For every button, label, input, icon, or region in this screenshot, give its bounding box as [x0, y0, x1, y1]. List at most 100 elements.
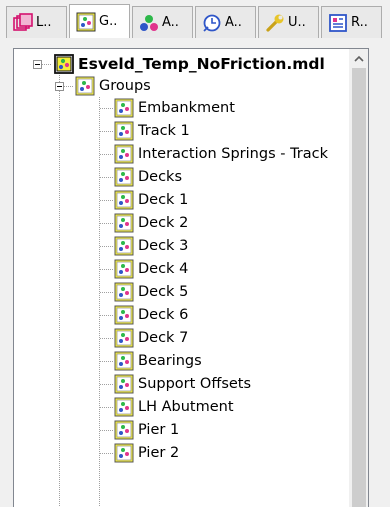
tree-item-interaction-springs[interactable]: Interaction Springs - Track: [114, 143, 328, 165]
tree-item-label: Support Offsets: [138, 376, 252, 392]
tree-node-groups[interactable]: Groups: [75, 75, 151, 97]
group-icon: [114, 213, 134, 233]
tree-connector: [100, 384, 114, 385]
group-icon: [114, 282, 134, 302]
tree-connector: [100, 338, 114, 339]
root-label: Esveld_Temp_NoFriction.mdl: [78, 55, 325, 73]
report-icon: [329, 13, 347, 32]
tree-item-label: Deck 7: [138, 330, 189, 346]
scroll-up-button[interactable]: [350, 49, 368, 67]
groups-collapse-toggle[interactable]: [55, 82, 64, 91]
group-icon: [114, 397, 134, 417]
tab-label: L..: [36, 15, 52, 30]
tree-connector: [59, 71, 60, 507]
tree-item-embankment[interactable]: Embankment: [114, 97, 235, 119]
tab-attributes[interactable]: A..: [132, 6, 193, 38]
group-icon: [114, 351, 134, 371]
tree-item-label: Decks: [138, 169, 183, 185]
tree-connector: [100, 131, 114, 132]
tree-item-label: Deck 5: [138, 284, 189, 300]
tree-item-label: LH Abutment: [138, 399, 234, 415]
tab-utilities[interactable]: U..: [258, 6, 319, 38]
tree-connector: [100, 223, 114, 224]
group-icon: [114, 144, 134, 164]
vertical-scrollbar[interactable]: [349, 49, 368, 507]
tree-item-pier-2[interactable]: Pier 2: [114, 442, 179, 464]
root-collapse-toggle[interactable]: [33, 60, 42, 69]
tab-label: R..: [351, 15, 368, 30]
tree-item-deck-3[interactable]: Deck 3: [114, 235, 188, 257]
tree-item-track-1[interactable]: Track 1: [114, 120, 190, 142]
group-icon: [114, 443, 134, 463]
tab-label: A..: [162, 15, 179, 30]
tab-label: A..: [225, 15, 242, 30]
group-icon: [114, 236, 134, 256]
group-icon: [114, 121, 134, 141]
tree-connector: [100, 200, 114, 201]
groups-label: Groups: [99, 78, 151, 94]
tree-item-decks[interactable]: Decks: [114, 166, 182, 188]
tree-item-label: Deck 1: [138, 192, 189, 208]
group-icon: [114, 98, 134, 118]
tree-item-deck-1[interactable]: Deck 1: [114, 189, 188, 211]
tree-item-label: Pier 1: [138, 422, 180, 438]
tab-report[interactable]: R..: [321, 6, 382, 38]
analysis-icon: [203, 14, 221, 32]
layers-icon: [13, 12, 33, 31]
tree-connector: [42, 64, 52, 65]
tree-item-support-offsets[interactable]: Support Offsets: [114, 373, 251, 395]
tree-connector: [100, 407, 114, 408]
attributes-icon: [140, 14, 158, 31]
group-icon: [76, 12, 96, 31]
groups-tree-panel: Esveld_Temp_NoFriction.mdl Groups Embank…: [13, 48, 369, 507]
tree-item-lh-abutment[interactable]: LH Abutment: [114, 396, 234, 418]
tree-item-deck-6[interactable]: Deck 6: [114, 304, 188, 326]
tree-connector: [100, 177, 114, 178]
group-icon: [114, 374, 134, 394]
tree-connector: [100, 269, 114, 270]
group-icon: [114, 420, 134, 440]
tree-item-pier-1[interactable]: Pier 1: [114, 419, 179, 441]
tab-layers[interactable]: L..: [6, 6, 67, 38]
tree-connector: [64, 86, 74, 87]
tree-item-deck-4[interactable]: Deck 4: [114, 258, 188, 280]
tab-label: U..: [288, 15, 306, 30]
tree-item-deck-5[interactable]: Deck 5: [114, 281, 188, 303]
tree-item-label: Deck 6: [138, 307, 189, 323]
group-icon: [114, 167, 134, 187]
tree-root-model[interactable]: Esveld_Temp_NoFriction.mdl: [54, 53, 325, 75]
groups-tree: Esveld_Temp_NoFriction.mdl Groups Embank…: [14, 49, 350, 507]
tree-item-label: Deck 3: [138, 238, 189, 254]
tree-item-label: Deck 4: [138, 261, 189, 277]
tree-connector: [100, 154, 114, 155]
tree-connector: [100, 361, 114, 362]
tree-connector: [99, 97, 100, 507]
tree-item-label: Embankment: [138, 100, 235, 116]
group-icon: [114, 328, 134, 348]
chevron-up-icon: [354, 55, 364, 62]
scroll-thumb[interactable]: [352, 68, 366, 507]
utilities-icon: [266, 14, 284, 32]
tab-strip: L.. G.. A.. A.. U.. R..: [6, 4, 384, 38]
tree-item-deck-2[interactable]: Deck 2: [114, 212, 188, 234]
group-icon: [114, 190, 134, 210]
group-icon: [114, 259, 134, 279]
tree-connector: [100, 108, 114, 109]
tab-analysis[interactable]: A..: [195, 6, 256, 38]
model-group-icon: [54, 54, 74, 74]
tab-label: G..: [99, 14, 118, 29]
group-icon: [114, 305, 134, 325]
tree-connector: [100, 453, 114, 454]
tree-item-label: Track 1: [138, 123, 190, 139]
groups-window: L.. G.. A.. A.. U.. R.. Esveld_Temp_NoFr…: [0, 0, 390, 507]
tab-groups[interactable]: G..: [69, 4, 130, 38]
tree-item-label: Pier 2: [138, 445, 180, 461]
tree-item-label: Bearings: [138, 353, 202, 369]
tree-item-label: Deck 2: [138, 215, 189, 231]
tree-item-label: Interaction Springs - Track: [138, 146, 329, 162]
tree-connector: [100, 315, 114, 316]
tree-connector: [100, 430, 114, 431]
tree-connector: [100, 246, 114, 247]
tree-item-deck-7[interactable]: Deck 7: [114, 327, 188, 349]
tree-item-bearings[interactable]: Bearings: [114, 350, 202, 372]
